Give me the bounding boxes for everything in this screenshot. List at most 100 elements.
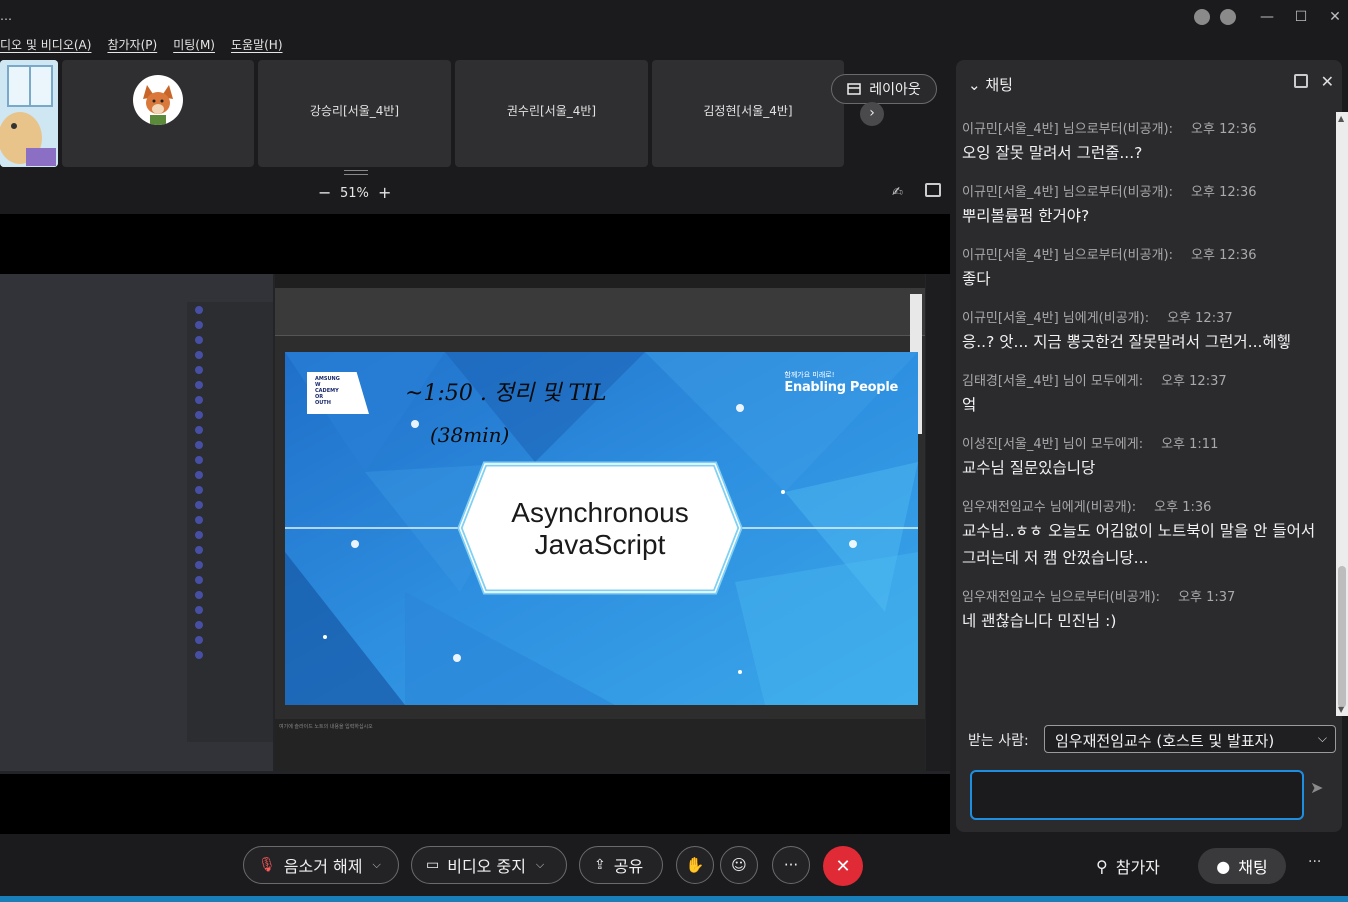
video-tile[interactable]: 권수린[서울_4반] xyxy=(455,60,648,167)
shared-screen: 여기에 슬라이드 노트의 내용을 입력하십시오 Asynchronous Jav… xyxy=(0,214,950,834)
stop-video-label: 비디오 중지 xyxy=(447,857,526,876)
video-tile[interactable]: 김정현[서울_4반] xyxy=(652,60,844,167)
hide-toggle[interactable]: … xyxy=(0,9,12,23)
zoom-level: 51% xyxy=(340,186,369,201)
more-icon[interactable]: ··· xyxy=(1308,854,1321,870)
chat-input[interactable] xyxy=(970,770,1304,820)
msg-text: 좋다 xyxy=(962,270,991,288)
chat-message: 김태경[서울_4반] 님이 모두에게: 오후 12:37 엌 xyxy=(962,370,1330,419)
hand-icon: ✋ xyxy=(685,856,705,874)
slide-background: Asynchronous JavaScript ~1:50 . 정리 및 TIL… xyxy=(285,352,918,705)
bottom-accent xyxy=(0,896,1348,902)
taskbar-right xyxy=(926,274,950,771)
recipient-value: 임우재전임교수 (호스트 및 발표자) xyxy=(1055,732,1275,750)
title-bar: … — ☐ ✕ xyxy=(0,0,1348,36)
zoom-out-button[interactable]: − xyxy=(318,183,331,202)
msg-time: 오후 1:11 xyxy=(1161,437,1219,452)
chevron-down-icon[interactable]: ⌵ xyxy=(372,858,380,872)
msg-sender: 이규민[서울_4반] 님으로부터(비공개): xyxy=(962,122,1174,137)
handwriting-line2: (38min) xyxy=(430,423,509,447)
participants-label: 참가자 xyxy=(1115,858,1160,877)
enabling-people-logo: 함께가요 미래로! Enabling People xyxy=(784,371,898,395)
scroll-thumb[interactable] xyxy=(1338,566,1346,708)
member-list xyxy=(187,302,273,742)
menu-bar: 디오 및 비디오(A) 참가자(P) 미팅(M) 도움말(H) xyxy=(0,36,299,58)
video-tile[interactable]: 강승리[서울_4반] xyxy=(258,60,451,167)
chat-message: 이규민[서울_4반] 님으로부터(비공개): 오후 12:36 뿌리볼륨펌 한거야… xyxy=(962,181,1330,230)
menu-audio-video[interactable]: 디오 및 비디오(A) xyxy=(0,36,91,58)
end-meeting-button[interactable]: ✕ xyxy=(823,846,863,886)
msg-time: 오후 12:37 xyxy=(1167,311,1233,326)
participants-button[interactable]: ⚲ 참가자 xyxy=(1096,854,1160,878)
raise-hand-button[interactable]: ✋ xyxy=(676,846,714,884)
chat-message: 이성진[서울_4반] 님이 모두에게: 오후 1:11 교수님 질문있습니당 xyxy=(962,433,1330,482)
window-controls: — ☐ ✕ xyxy=(1194,6,1348,28)
msg-sender: 이규민[서울_4반] 님으로부터(비공개): xyxy=(962,185,1174,200)
annotate-icon[interactable]: ✍ xyxy=(892,185,903,200)
drag-handle[interactable] xyxy=(344,170,368,175)
menu-meeting[interactable]: 미팅(M) xyxy=(173,36,215,58)
msg-time: 오후 1:37 xyxy=(1178,590,1236,605)
signal-icon[interactable] xyxy=(1220,9,1236,25)
layout-button[interactable]: 레이아웃 xyxy=(831,74,937,104)
recipient-select[interactable]: 임우재전임교수 (호스트 및 발표자) ⌵ xyxy=(1044,725,1336,753)
close-window-button[interactable]: ✕ xyxy=(1322,9,1348,25)
video-tile-avatar[interactable] xyxy=(62,60,254,167)
chat-message: 이규민[서울_4반] 님으로부터(비공개): 오후 12:36 좋다 xyxy=(962,244,1330,293)
share-icon: ⇪ xyxy=(594,857,606,873)
chat-panel: ⌄ 채팅 ✕ 이규민[서울_4반] 님으로부터(비공개): 오후 12:36 오잉… xyxy=(956,60,1342,832)
screen-view-icon[interactable] xyxy=(925,183,941,197)
msg-time: 오후 12:37 xyxy=(1161,374,1227,389)
slide-title-line2: JavaScript xyxy=(535,529,666,560)
chat-message: 이규민[서울_4반] 님에게(비공개): 오후 12:37 응..? 앗... 지… xyxy=(962,307,1330,356)
zoom-in-button[interactable]: + xyxy=(378,183,391,202)
share-button[interactable]: ⇪ 공유 xyxy=(579,846,663,884)
zoom-bar: − 51% + ✍ xyxy=(0,170,950,214)
scroll-down-icon[interactable]: ▼ xyxy=(1338,705,1344,714)
unmute-button[interactable]: 🎙 음소거 해제 ⌵ xyxy=(243,846,399,884)
meeting-controls: 🎙 음소거 해제 ⌵ ▭ 비디오 중지 ⌵ ⇪ 공유 ✋ ☺ ··· ✕ ⚲ 참… xyxy=(0,834,1348,896)
msg-sender: 이성진[서울_4반] 님이 모두에게: xyxy=(962,437,1144,452)
emoji-icon: ☺ xyxy=(731,856,747,874)
msg-sender: 김태경[서울_4반] 님이 모두에게: xyxy=(962,374,1144,389)
chat-button[interactable]: ● 채팅 xyxy=(1198,848,1286,884)
menu-participants[interactable]: 참가자(P) xyxy=(107,36,157,58)
video-tile-cartoon[interactable] xyxy=(0,60,58,167)
msg-text: 엌 xyxy=(962,396,977,414)
chat-header: ⌄ 채팅 ✕ xyxy=(956,60,1342,108)
close-icon[interactable]: ✕ xyxy=(1321,72,1334,91)
minimize-button[interactable]: — xyxy=(1254,9,1280,25)
msg-text: 교수님..ㅎㅎ 오늘도 어김없이 노트북이 말을 안 들어서 그러는데 저 캠 … xyxy=(962,522,1316,567)
chat-scrollbar[interactable]: ▲ ▼ xyxy=(1336,112,1348,716)
layout-label: 레이아웃 xyxy=(869,82,921,98)
more-options-button[interactable]: ··· xyxy=(772,846,810,884)
cartoon-thumbnail xyxy=(0,60,58,167)
chevron-down-icon[interactable]: ⌵ xyxy=(536,858,544,872)
next-page-button[interactable]: › xyxy=(860,102,884,126)
msg-time: 오후 1:36 xyxy=(1154,500,1212,515)
share-label: 공유 xyxy=(613,857,644,876)
stop-video-button[interactable]: ▭ 비디오 중지 ⌵ xyxy=(411,846,567,884)
chat-title[interactable]: ⌄ 채팅 xyxy=(968,74,1013,95)
presentation-slide: Asynchronous JavaScript ~1:50 . 정리 및 TIL… xyxy=(285,352,918,705)
menu-help[interactable]: 도움말(H) xyxy=(231,36,283,58)
send-icon[interactable]: ➤ xyxy=(1310,778,1323,797)
participant-name: 권수린[서울_4반] xyxy=(506,104,597,118)
shield-icon[interactable] xyxy=(1194,9,1210,25)
avatar xyxy=(133,75,183,125)
slide-title-line1: Asynchronous xyxy=(511,497,688,528)
shared-desktop: 여기에 슬라이드 노트의 내용을 입력하십시오 Asynchronous Jav… xyxy=(0,274,950,774)
close-icon: ✕ xyxy=(835,855,851,877)
msg-time: 오후 12:36 xyxy=(1191,185,1257,200)
msg-sender: 이규민[서울_4반] 님에게(비공개): xyxy=(962,311,1150,326)
maximize-button[interactable]: ☐ xyxy=(1288,9,1314,25)
chat-message: 임우재전임교수 님에게(비공개): 오후 1:36 교수님..ㅎㅎ 오늘도 어김없… xyxy=(962,496,1330,572)
msg-time: 오후 12:36 xyxy=(1191,248,1257,263)
msg-text: 오잉 잘못 말려서 그런줄...? xyxy=(962,144,1143,162)
reactions-button[interactable]: ☺ xyxy=(720,846,758,884)
chat-message: 이규민[서울_4반] 님으로부터(비공개): 오후 12:36 오잉 잘못 말려서… xyxy=(962,118,1330,167)
scroll-up-icon[interactable]: ▲ xyxy=(1338,114,1344,123)
chat-message: 임우재전임교수 님으로부터(비공개): 오후 1:37 네 괜찮습니다 민진님 :… xyxy=(962,586,1330,635)
unmute-label: 음소거 해제 xyxy=(283,857,363,876)
popout-icon[interactable] xyxy=(1294,74,1308,88)
